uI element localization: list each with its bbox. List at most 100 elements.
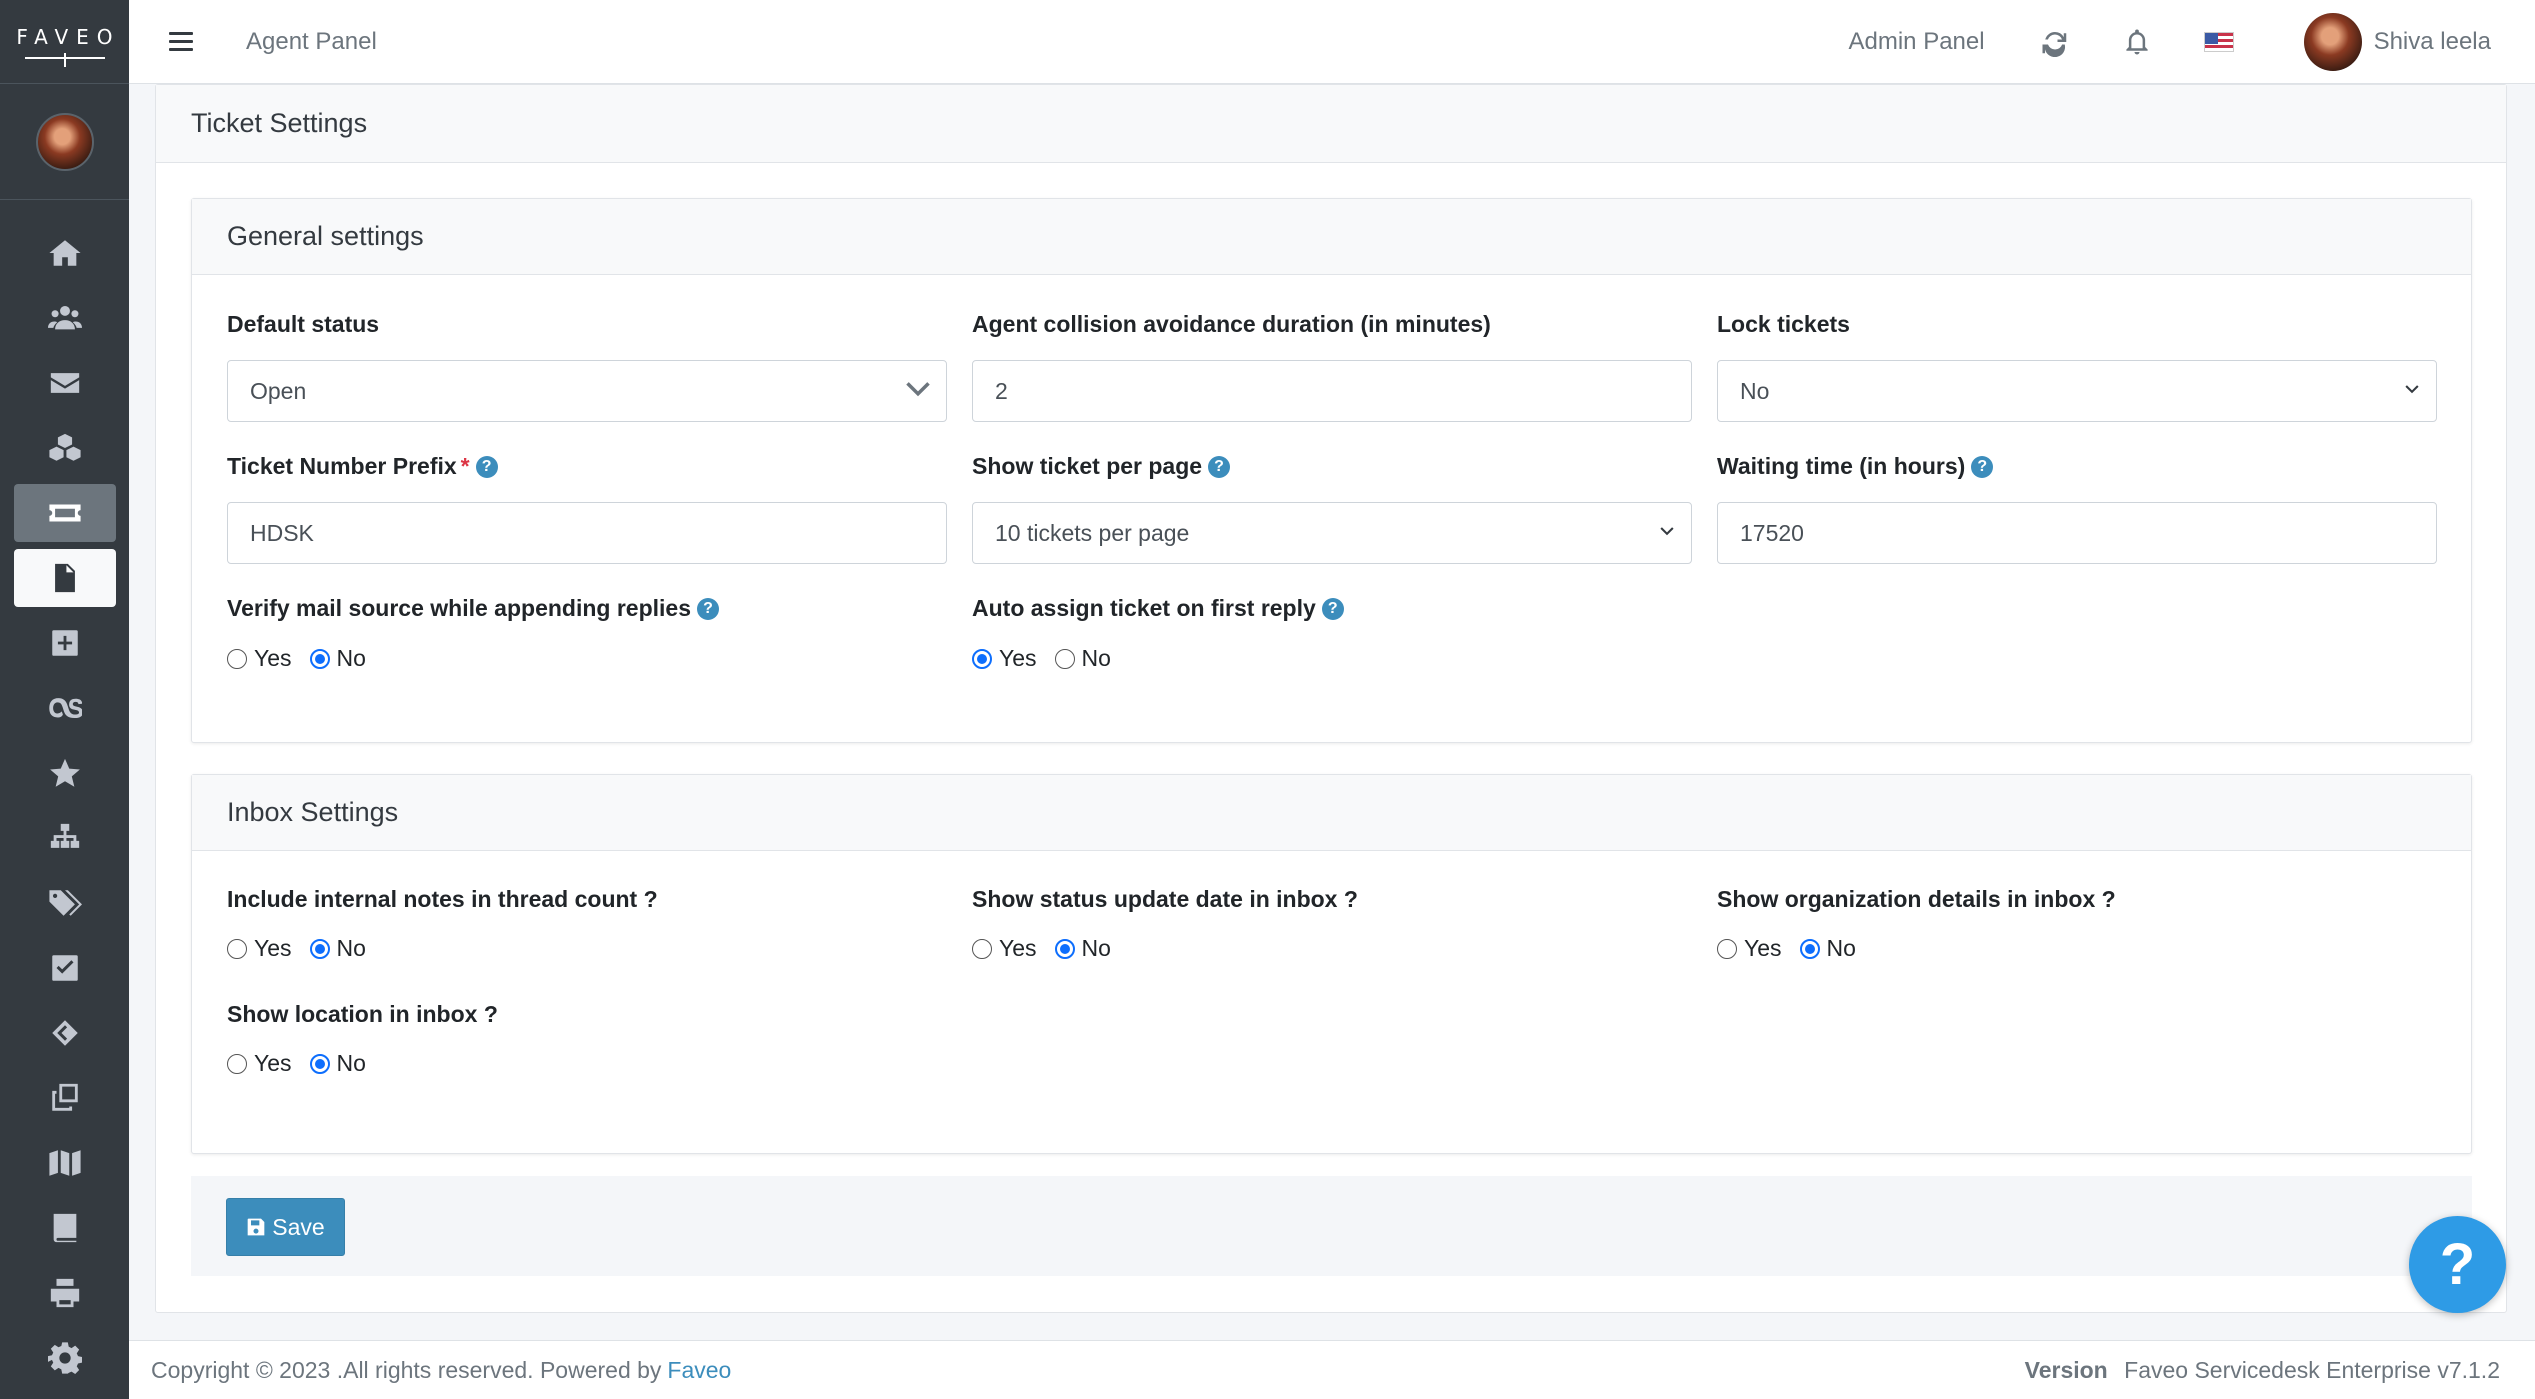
menu-icon[interactable] (169, 32, 193, 51)
refresh-button[interactable] (2040, 27, 2070, 57)
topbar: Agent Panel Admin Panel Shiva leela (129, 0, 2535, 84)
save-button[interactable]: Save (226, 1198, 345, 1256)
radio-label: Yes (254, 645, 292, 671)
radio-circle-checked (309, 938, 330, 959)
radio-circle-checked (309, 648, 330, 669)
sidebar-item-book[interactable] (14, 1199, 116, 1257)
chevron-down-icon (904, 374, 932, 408)
required-marker: * (460, 453, 470, 479)
radio-circle (227, 938, 247, 959)
help-icon[interactable]: ? (1321, 597, 1344, 620)
radio-circle (1054, 648, 1075, 669)
sidebar-item-plus[interactable] (14, 614, 116, 672)
tickets-per-page-value: 10 tickets per page (995, 519, 1190, 546)
status-date-no[interactable]: No (1054, 935, 1111, 962)
print-icon (50, 1278, 79, 1308)
location-field: Show location in inbox ? (227, 1001, 498, 1028)
waiting-time-input[interactable]: 17520 (1717, 502, 2437, 564)
verify-mail-label: Verify mail source while appending repli… (227, 595, 691, 621)
help-button[interactable]: ? (2409, 1216, 2506, 1313)
radio-circle-checked (972, 648, 992, 669)
radio-circle (227, 1053, 247, 1074)
radio-label: No (1081, 645, 1111, 671)
sidebar-item-settings[interactable] (14, 1329, 116, 1387)
help-icon[interactable]: ? (697, 597, 719, 620)
user-name[interactable]: Shiva leela (2374, 28, 2491, 56)
collision-field: Agent collision avoidance duration (in m… (972, 311, 1491, 338)
topbar-right: Admin Panel Shiva leela (1849, 12, 2491, 71)
general-settings-title: General settings (192, 199, 2471, 275)
auto-assign-no[interactable]: No (1054, 645, 1111, 672)
verify-mail-yes[interactable]: Yes (227, 645, 292, 672)
sidebar-item-mail[interactable] (14, 354, 116, 412)
radio-label: Yes (254, 935, 292, 961)
sidebar-item-tickets[interactable] (13, 484, 116, 542)
notifications-button[interactable] (2122, 27, 2152, 57)
auto-assign-yes[interactable]: Yes (972, 645, 1037, 672)
status-date-yes[interactable]: Yes (972, 935, 1037, 962)
refresh-icon (2042, 31, 2066, 57)
admin-panel-link[interactable]: Admin Panel (1849, 28, 1985, 56)
sidebar-item-file[interactable] (13, 549, 116, 607)
sidebar-item-map[interactable] (14, 1134, 116, 1192)
help-icon[interactable]: ? (475, 455, 498, 478)
help-icon[interactable]: ? (1208, 455, 1231, 478)
cubes-icon (48, 433, 81, 461)
brand-logo[interactable]: FAVEO (0, 0, 129, 84)
internal-notes-yes[interactable]: Yes (227, 935, 292, 962)
verify-mail-no[interactable]: No (309, 645, 366, 672)
status-date-field: Show status update date in inbox ? (972, 886, 1358, 913)
star-icon (49, 758, 80, 787)
collision-duration-input[interactable]: 2 (972, 360, 1692, 422)
org-details-yes[interactable]: Yes (1717, 935, 1782, 962)
status-date-radios: Yes No (972, 935, 1129, 962)
sidebar-nav (0, 200, 129, 1387)
radio-circle-checked (309, 1053, 330, 1074)
sidebar-item-print[interactable] (14, 1264, 116, 1322)
collision-duration-value: 2 (995, 377, 1008, 404)
location-yes[interactable]: Yes (227, 1050, 292, 1077)
us-flag-icon[interactable] (2203, 31, 2234, 52)
radio-circle-checked (1799, 938, 1820, 959)
ticket-prefix-input[interactable]: HDSK (227, 502, 947, 564)
sidebar-item-home[interactable] (14, 224, 116, 282)
radio-circle (1717, 938, 1737, 959)
help-icon[interactable]: ? (1971, 455, 1994, 478)
sidebar-item-code[interactable] (14, 1004, 116, 1062)
location-no[interactable]: No (309, 1050, 366, 1077)
logo-line (24, 52, 105, 67)
sidebar-item-users[interactable] (14, 289, 116, 347)
status-date-label: Show status update date in inbox ? (972, 886, 1358, 912)
user-avatar[interactable] (2303, 12, 2362, 71)
version-label: Version (2024, 1356, 2108, 1383)
radio-label: No (336, 645, 366, 671)
inbox-settings-card: Inbox Settings Include internal notes in… (191, 774, 2472, 1154)
auto-assign-label-row: Auto assign ticket on first reply ? (972, 595, 1344, 622)
sidebar-item-lastfm[interactable] (14, 679, 116, 737)
default-status-value: Open (250, 377, 307, 404)
sidebar-item-cubes[interactable] (14, 419, 116, 477)
lock-tickets-field: Lock tickets (1717, 311, 1850, 338)
auto-assign-field: Auto assign ticket on first reply ? (972, 595, 1344, 622)
tickets-per-page-select[interactable]: 10 tickets per page (972, 502, 1692, 564)
envelope-icon (50, 373, 79, 393)
copy-icon (51, 1083, 78, 1111)
faveo-link[interactable]: Faveo (667, 1357, 731, 1384)
sitemap-icon (50, 823, 79, 848)
radio-label: No (1826, 935, 1856, 961)
sidebar-avatar[interactable] (35, 112, 94, 171)
sidebar: FAVEO (0, 0, 129, 1399)
sidebar-item-tasks[interactable] (14, 939, 116, 997)
lock-tickets-select[interactable]: No (1717, 360, 2437, 422)
lock-tickets-value: No (1740, 377, 1770, 404)
sidebar-item-star[interactable] (14, 744, 116, 802)
sidebar-item-tags[interactable] (14, 874, 116, 932)
agent-panel-link[interactable]: Agent Panel (246, 28, 377, 56)
default-status-select[interactable]: Open (227, 360, 947, 422)
footer: Copyright © 2023 .All rights reserved. P… (129, 1340, 2535, 1399)
sidebar-item-copy[interactable] (14, 1069, 116, 1127)
bell-icon (2125, 29, 2148, 54)
org-details-no[interactable]: No (1799, 935, 1856, 962)
sidebar-item-sitemap[interactable] (14, 809, 116, 867)
internal-notes-no[interactable]: No (309, 935, 366, 962)
